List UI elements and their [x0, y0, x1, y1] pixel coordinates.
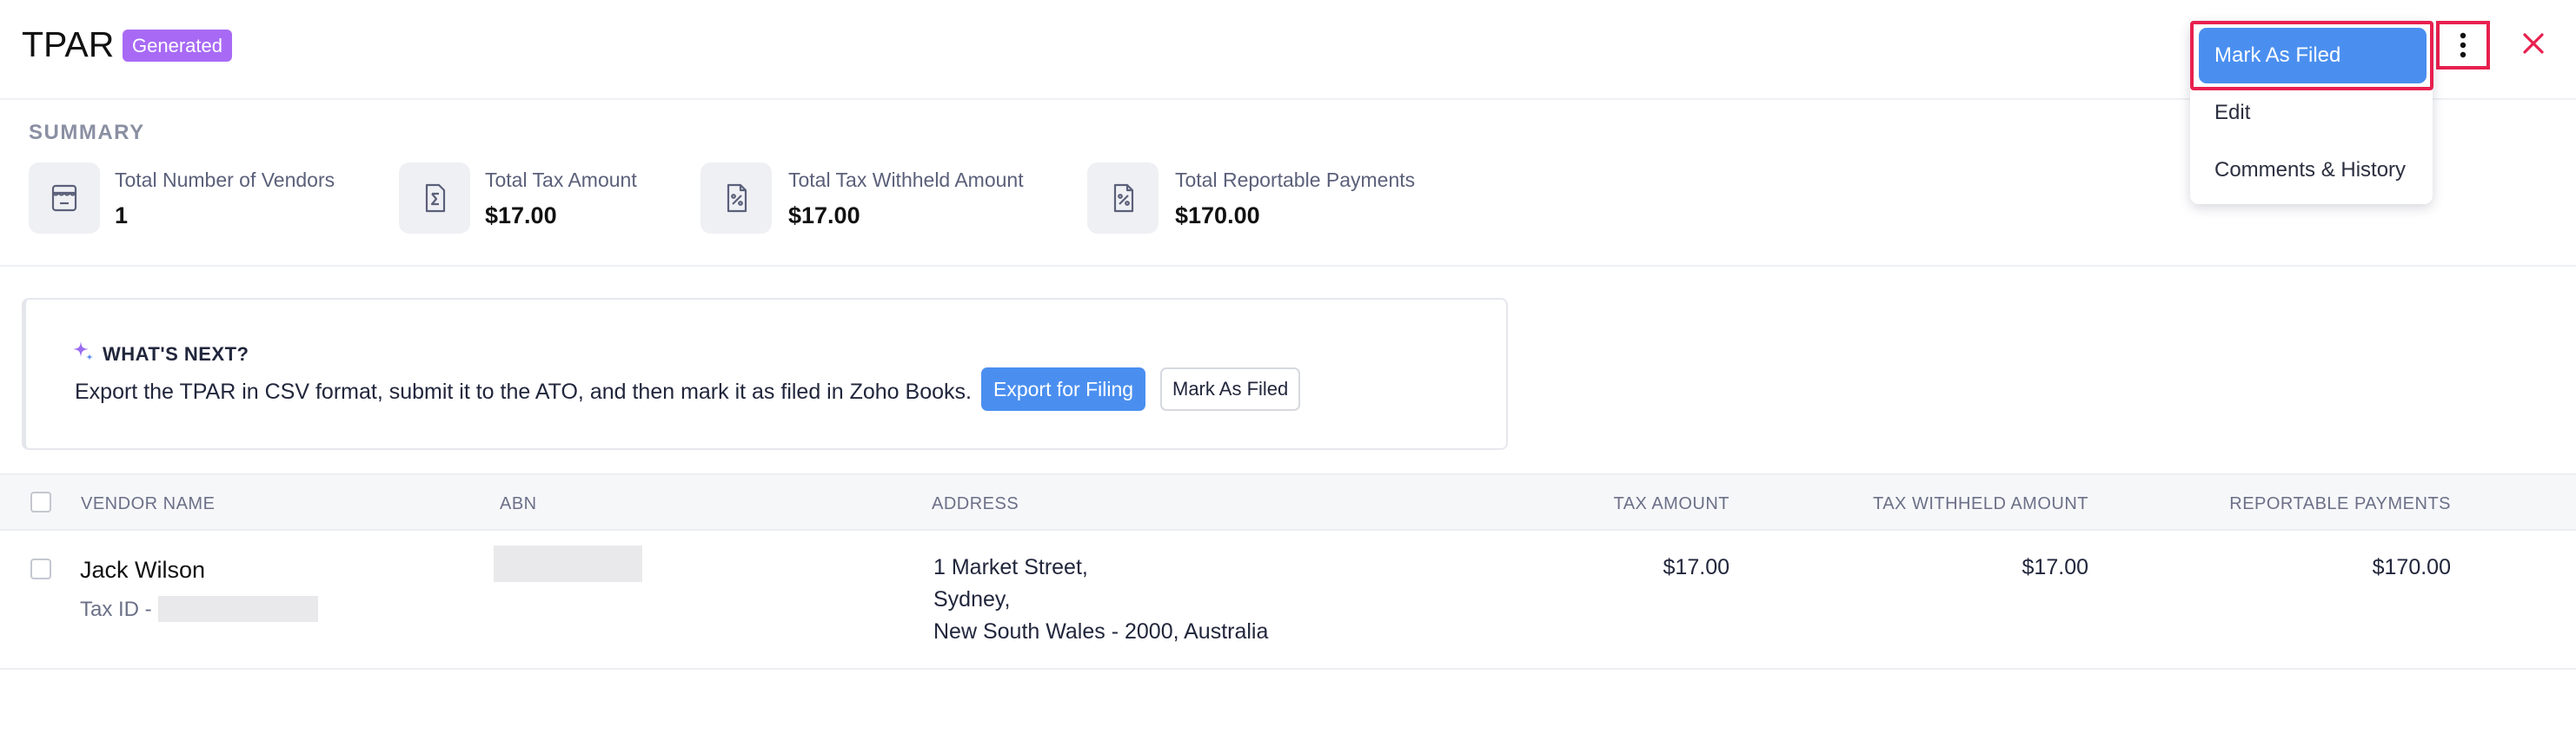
vendor-name[interactable]: Jack Wilson	[80, 557, 205, 584]
stat-value-tax-withheld: $17.00	[788, 202, 860, 228]
percent-document-icon	[700, 162, 772, 234]
tax-withheld-amount-value: $17.00	[2022, 555, 2088, 579]
page-title: TPAR	[22, 24, 115, 64]
address-line-2: Sydney,	[933, 587, 1011, 612]
menu-item-mark-as-filed[interactable]: Mark As Filed	[2199, 28, 2427, 83]
table-row[interactable]: Jack Wilson Tax ID - 1 Market Street, Sy…	[0, 531, 2576, 670]
tax-id-label: Tax ID -	[80, 598, 152, 621]
summary-heading: SUMMARY	[29, 121, 145, 144]
sparkle-icon	[73, 341, 93, 360]
address-line-3: New South Wales - 2000, Australia	[933, 619, 1269, 644]
redacted-abn	[494, 546, 642, 582]
whats-next-heading: WHAT'S NEXT?	[103, 343, 249, 365]
store-icon	[29, 162, 100, 234]
percent-document-icon	[1087, 162, 1159, 234]
column-header-tax-withheld-amount[interactable]: TAX WITHHELD AMOUNT	[1782, 494, 2088, 514]
column-header-address[interactable]: ADDRESS	[932, 494, 1019, 514]
select-all-checkbox[interactable]	[30, 492, 51, 513]
more-vertical-icon	[2460, 32, 2466, 58]
column-header-vendor-name[interactable]: VENDOR NAME	[81, 494, 215, 514]
more-options-button[interactable]	[2436, 21, 2490, 69]
redacted-tax-id	[158, 596, 318, 622]
row-checkbox[interactable]	[30, 559, 51, 579]
tax-amount-value: $17.00	[1663, 555, 1730, 579]
column-header-abn[interactable]: ABN	[500, 494, 537, 514]
mark-as-filed-button[interactable]: Mark As Filed	[1160, 367, 1301, 411]
column-header-tax-amount[interactable]: TAX AMOUNT	[1477, 494, 1730, 514]
stat-value-vendors: 1	[115, 202, 129, 228]
stat-label-tax-withheld: Total Tax Withheld Amount	[788, 169, 1024, 191]
stat-value-tax-amount: $17.00	[485, 202, 557, 228]
stat-label-tax-amount: Total Tax Amount	[485, 169, 637, 191]
column-header-reportable-payments[interactable]: REPORTABLE PAYMENTS	[2129, 494, 2451, 514]
address-line-1: 1 Market Street,	[933, 555, 1088, 579]
reportable-payments-value: $170.00	[2372, 555, 2451, 579]
menu-item-comments-history[interactable]: Comments & History	[2214, 158, 2406, 182]
status-badge: Generated	[123, 30, 232, 62]
export-for-filing-button[interactable]: Export for Filing	[981, 367, 1146, 411]
stat-label-reportable-payments: Total Reportable Payments	[1175, 169, 1416, 191]
section-divider	[0, 265, 2576, 267]
close-button[interactable]	[2519, 29, 2548, 58]
stat-value-reportable-payments: $170.00	[1175, 202, 1260, 228]
menu-item-edit[interactable]: Edit	[2214, 101, 2250, 125]
whats-next-card: WHAT'S NEXT? Export the TPAR in CSV form…	[22, 298, 1508, 450]
more-options-menu: Mark As Filed Edit Comments & History	[2190, 21, 2433, 204]
close-icon	[2523, 33, 2544, 54]
stat-label-vendors: Total Number of Vendors	[115, 169, 335, 191]
table-header: VENDOR NAME ABN ADDRESS TAX AMOUNT TAX W…	[0, 473, 2576, 531]
sigma-document-icon	[399, 162, 470, 234]
whats-next-text: Export the TPAR in CSV format, submit it…	[75, 380, 972, 404]
